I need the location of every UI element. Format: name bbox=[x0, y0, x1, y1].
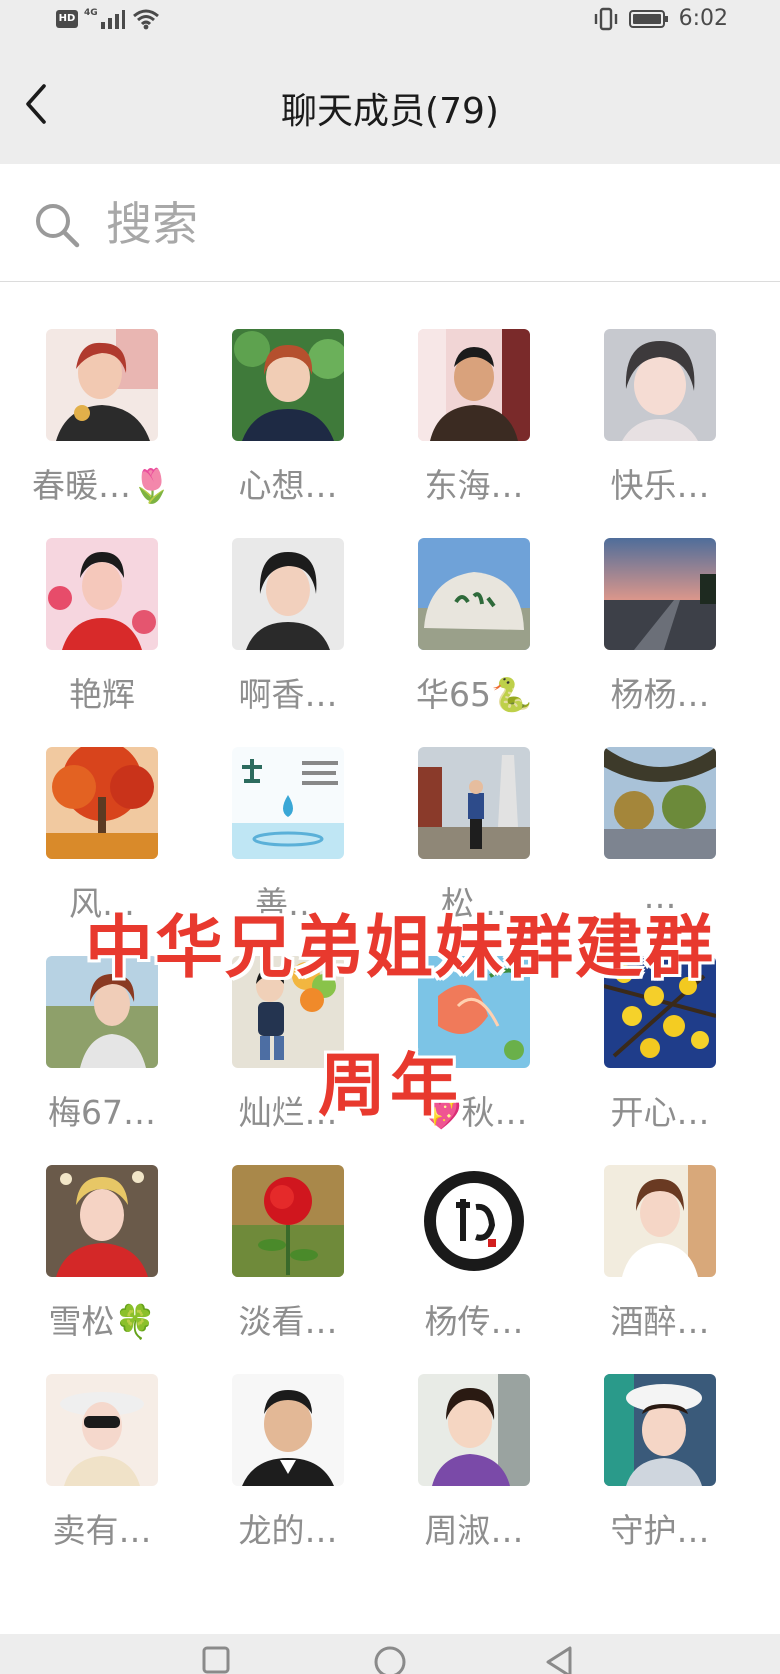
avatar bbox=[232, 329, 344, 441]
member-name: 守护… bbox=[610, 1511, 710, 1550]
avatar bbox=[232, 747, 344, 859]
member-item[interactable]: 善… bbox=[198, 701, 378, 923]
member-item[interactable]: 酒醉… bbox=[570, 1119, 750, 1341]
avatar bbox=[46, 329, 158, 441]
avatar bbox=[232, 1165, 344, 1277]
avatar bbox=[232, 956, 344, 1068]
wifi-icon bbox=[132, 9, 159, 30]
avatar bbox=[46, 956, 158, 1068]
member-item[interactable]: 快乐… bbox=[570, 283, 750, 505]
member-item[interactable]: 守护… bbox=[570, 1328, 750, 1550]
avatar bbox=[418, 538, 530, 650]
battery-icon bbox=[628, 9, 668, 28]
header: 聊天成员(79) bbox=[0, 44, 780, 164]
member-item[interactable]: 杨传… bbox=[384, 1119, 564, 1341]
member-item[interactable]: 淡看… bbox=[198, 1119, 378, 1341]
vibrate-icon bbox=[594, 7, 617, 30]
member-item[interactable]: 周淑… bbox=[384, 1328, 564, 1550]
circle-icon bbox=[374, 1646, 406, 1674]
hd-badge: HD bbox=[56, 10, 78, 28]
member-item[interactable]: 东海… bbox=[384, 283, 564, 505]
member-item[interactable]: 灿烂… bbox=[198, 910, 378, 1132]
member-item[interactable]: 龙的… bbox=[198, 1328, 378, 1550]
home-button[interactable] bbox=[370, 1642, 410, 1674]
avatar bbox=[418, 329, 530, 441]
avatar bbox=[232, 538, 344, 650]
page-title: 聊天成员(79) bbox=[281, 91, 499, 132]
member-item[interactable]: 杨杨… bbox=[570, 492, 750, 714]
avatar bbox=[418, 956, 530, 1068]
member-item[interactable]: 春暖…🌷 bbox=[12, 283, 192, 505]
member-item[interactable]: 艳辉 bbox=[12, 492, 192, 714]
network-label: 4G bbox=[84, 8, 98, 18]
square-icon bbox=[202, 1646, 230, 1674]
avatar bbox=[604, 747, 716, 859]
avatar bbox=[604, 329, 716, 441]
member-item[interactable]: 开心… bbox=[570, 910, 750, 1132]
member-item[interactable]: … bbox=[570, 701, 750, 916]
triangle-back-icon bbox=[546, 1646, 572, 1674]
member-item[interactable]: 雪松🍀 bbox=[12, 1119, 192, 1341]
avatar bbox=[604, 1374, 716, 1486]
avatar bbox=[46, 1165, 158, 1277]
member-item[interactable]: 华65🐍 bbox=[384, 492, 564, 714]
avatar bbox=[46, 747, 158, 859]
status-right: 6:02 bbox=[593, 6, 728, 31]
avatar bbox=[418, 1165, 530, 1277]
avatar bbox=[46, 1374, 158, 1486]
member-item[interactable]: 啊香… bbox=[198, 492, 378, 714]
member-item[interactable]: 风… bbox=[12, 701, 192, 923]
member-item[interactable]: 卖有… bbox=[12, 1328, 192, 1550]
member-name: 周淑… bbox=[424, 1511, 524, 1550]
system-nav-bar bbox=[0, 1634, 780, 1674]
avatar bbox=[232, 1374, 344, 1486]
status-left: HD 4G bbox=[56, 8, 160, 30]
avatar bbox=[604, 956, 716, 1068]
member-item[interactable]: 梅67… bbox=[12, 910, 192, 1132]
member-item[interactable]: 松… bbox=[384, 701, 564, 923]
member-item[interactable]: 💖秋… bbox=[384, 910, 564, 1132]
avatar bbox=[604, 538, 716, 650]
member-name: 卖有… bbox=[52, 1511, 152, 1550]
member-name: 龙的… bbox=[238, 1511, 338, 1550]
search-bar bbox=[0, 164, 780, 282]
signal-icon bbox=[100, 10, 125, 29]
avatar bbox=[604, 1165, 716, 1277]
search-input[interactable] bbox=[106, 192, 706, 256]
avatar bbox=[418, 1374, 530, 1486]
status-time: 6:02 bbox=[678, 6, 728, 31]
recent-apps-button[interactable] bbox=[196, 1642, 236, 1674]
status-bar: HD 4G 6:02 bbox=[0, 0, 780, 44]
search-icon bbox=[36, 204, 80, 248]
back-nav-button[interactable] bbox=[540, 1642, 580, 1674]
avatar bbox=[418, 747, 530, 859]
avatar bbox=[46, 538, 158, 650]
member-item[interactable]: 心想… bbox=[198, 283, 378, 505]
